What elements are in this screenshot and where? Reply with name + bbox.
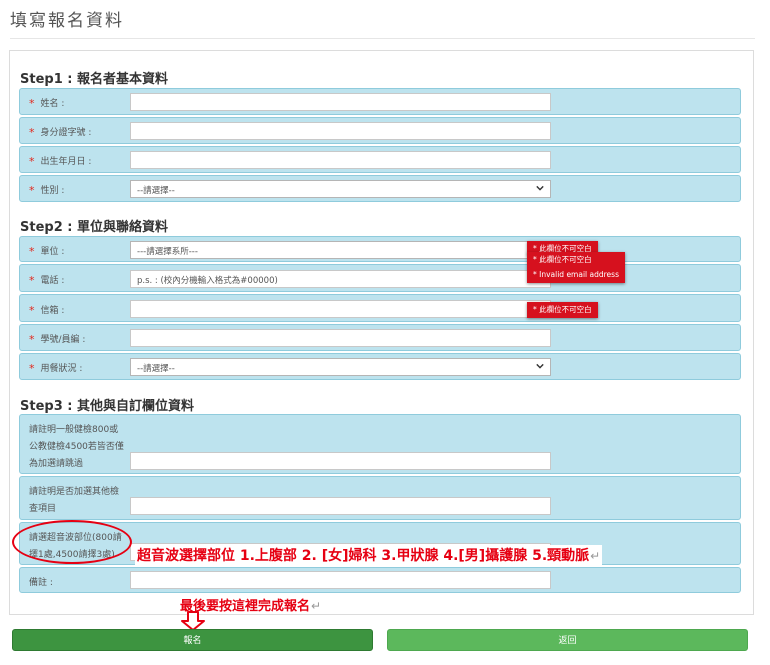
birth-label: * 出生年月日 :: [29, 155, 92, 168]
phone-input[interactable]: p.s. : (校內分機輸入格式為#00000): [130, 270, 551, 288]
birth-input[interactable]: [130, 151, 551, 169]
email-label: * 信箱 :: [29, 304, 65, 317]
checkup-input[interactable]: [130, 452, 551, 470]
title-divider: [10, 38, 755, 39]
return-mark: ↵: [590, 549, 601, 563]
ultrasound-hint: 超音波選擇部位 1.上腹部 2. [女]婦科 3.甲狀腺 4.[男]攝護腺 5.…: [135, 545, 603, 565]
id-label: * 身分證字號 :: [29, 126, 92, 139]
extra-input[interactable]: [130, 497, 551, 515]
highlight-circle: [12, 520, 132, 564]
phone-row: * 電話 : p.s. : (校內分機輸入格式為#00000): [19, 264, 741, 292]
gender-row: * 性別 : --請選擇--: [19, 175, 741, 202]
unit-select-value: ---請選擇系所---: [137, 247, 198, 257]
gender-label: * 性別 :: [29, 184, 65, 197]
checkup-label-line: 為加選請跳過: [29, 459, 84, 469]
meal-select[interactable]: --請選擇--: [130, 358, 551, 376]
gender-select-value: --請選擇--: [137, 186, 175, 196]
back-button[interactable]: 返回: [387, 629, 748, 651]
checkup-label-line: 公教健檢4500若皆否僅: [29, 442, 124, 452]
invalid-email-message: * Invalid email address: [533, 270, 619, 279]
id-input[interactable]: [130, 122, 551, 140]
name-row: * 姓名 :: [19, 88, 741, 115]
birth-row: * 出生年月日 :: [19, 146, 741, 173]
step2-heading: Step2 : 單位與聯絡資料: [20, 220, 168, 235]
down-arrow-icon: [181, 611, 205, 631]
studentid-row: * 學號/員編 :: [19, 324, 741, 351]
gender-select[interactable]: --請選擇--: [130, 180, 551, 198]
phone-required-message: * 此欄位不可空白: [533, 255, 592, 264]
required-star: *: [29, 304, 35, 317]
required-star: *: [29, 362, 35, 375]
studentid-input[interactable]: [130, 329, 551, 347]
phone-label: * 電話 :: [29, 274, 65, 287]
phone-email-tooltip: * 此欄位不可空白 * Invalid email address: [527, 252, 625, 283]
checkup-label-line: 請註明一般健檢800或: [29, 425, 119, 435]
required-star: *: [29, 274, 35, 287]
extra-row: 請註明是否加選其他檢 查項目: [19, 476, 741, 520]
name-label: * 姓名 :: [29, 97, 65, 110]
id-row: * 身分證字號 :: [19, 117, 741, 144]
page-title: 填寫報名資料: [10, 11, 124, 31]
required-star: *: [29, 245, 35, 258]
unit-row: * 單位 : ---請選擇系所---: [19, 236, 741, 262]
required-star: *: [29, 97, 35, 110]
remark-row: 備註 :: [19, 567, 741, 593]
unit-select[interactable]: ---請選擇系所---: [130, 241, 551, 259]
email-row: * 信箱 :: [19, 294, 741, 322]
phone-placeholder: p.s. : (校內分機輸入格式為#00000): [137, 276, 278, 286]
email-required-tooltip: * 此欄位不可空白: [527, 302, 598, 318]
chevron-down-icon: [536, 185, 544, 191]
checkup-row: 請註明一般健檢800或 公教健檢4500若皆否僅 為加選請跳過: [19, 414, 741, 474]
remark-label: 備註 :: [29, 578, 53, 588]
unit-label: * 單位 :: [29, 245, 65, 258]
name-input[interactable]: [130, 93, 551, 111]
studentid-label: * 學號/員編 :: [29, 333, 86, 346]
required-star: *: [29, 184, 35, 197]
required-star: *: [29, 155, 35, 168]
meal-row: * 用餐狀況 : --請選擇--: [19, 353, 741, 380]
step1-heading: Step1 : 報名者基本資料: [20, 72, 168, 87]
remark-input[interactable]: [130, 571, 551, 589]
required-star: *: [29, 333, 35, 346]
submit-button[interactable]: 報名: [12, 629, 373, 651]
step3-heading: Step3 : 其他與自訂欄位資料: [20, 399, 194, 414]
extra-label-line: 請註明是否加選其他檢: [29, 487, 120, 497]
email-input[interactable]: [130, 300, 551, 318]
chevron-down-icon: [536, 363, 544, 369]
return-mark: ↵: [311, 599, 322, 613]
meal-label: * 用餐狀況 :: [29, 362, 83, 375]
required-star: *: [29, 126, 35, 139]
meal-select-value: --請選擇--: [137, 364, 175, 374]
extra-label-line: 查項目: [29, 504, 57, 514]
